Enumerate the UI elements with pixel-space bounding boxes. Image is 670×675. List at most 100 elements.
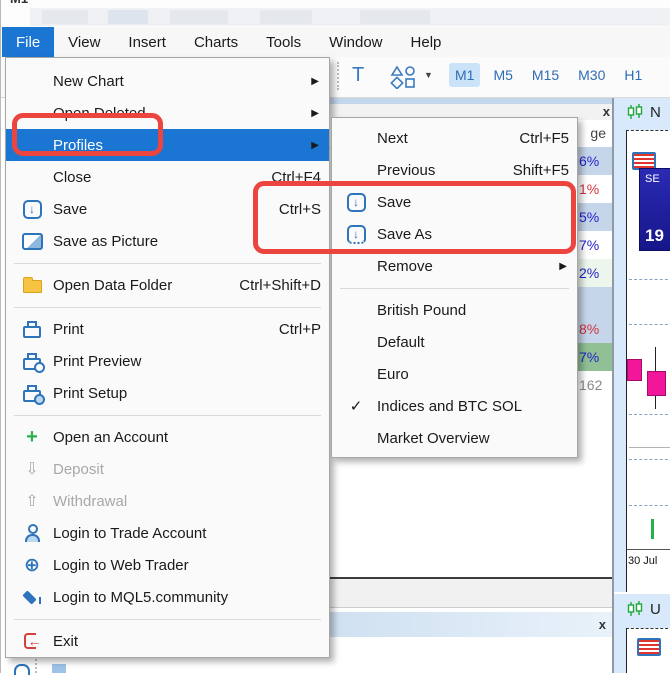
person-icon: [18, 522, 46, 544]
menubar-item-file[interactable]: File: [2, 27, 54, 57]
menu-item-print-preview[interactable]: Print Preview: [6, 345, 329, 377]
menu-item-label: Deposit: [53, 461, 104, 478]
chart-bottom-title: U: [650, 601, 661, 618]
market-watch-row[interactable]: 6%: [578, 147, 612, 175]
menu-item-login-to-trade-account[interactable]: Login to Trade Account: [6, 517, 329, 549]
submenu-item-british-pound[interactable]: British Pound: [332, 294, 577, 326]
chart-top-area[interactable]: SE 19 30 Jul: [626, 130, 670, 592]
menu-item-label: Print Setup: [53, 385, 127, 402]
market-watch-row[interactable]: 1%: [578, 175, 612, 203]
toolbar-ghost-block: [360, 10, 430, 24]
submenu-item-indices-and-btc-sol[interactable]: ✓ Indices and BTC SOL: [332, 390, 577, 422]
menubar-item-charts[interactable]: Charts: [180, 27, 252, 57]
chart-bottom-area[interactable]: [626, 628, 670, 673]
menu-item-login-to-mql5-community[interactable]: Login to MQL5.community: [6, 581, 329, 613]
background-separator-fragment: [35, 659, 37, 673]
menu-item-label: Withdrawal: [53, 493, 127, 510]
menu-item-open-data-folder[interactable]: Open Data Folder Ctrl+Shift+D: [6, 269, 329, 301]
menu-item-label: Default: [377, 334, 425, 351]
check-icon: ✓: [342, 395, 370, 417]
graduation-cap-icon: [18, 586, 46, 608]
menu-item-new-chart[interactable]: New Chart ▶: [6, 65, 329, 97]
submenu-arrow-icon: ▶: [559, 261, 569, 272]
timeframe-m30-button[interactable]: M30: [572, 63, 611, 87]
menu-item-label: Open an Account: [53, 429, 168, 446]
submenu-item-next[interactable]: Next Ctrl+F5: [332, 122, 577, 154]
submenu-item-default[interactable]: Default: [332, 326, 577, 358]
timeframe-m5-button[interactable]: M5: [487, 63, 518, 87]
menubar-item-help[interactable]: Help: [397, 27, 456, 57]
menu-item-label: Print: [53, 321, 84, 338]
chart-bottom-titlebar[interactable]: U: [614, 594, 670, 624]
menu-item-exit[interactable]: ← Exit: [6, 625, 329, 657]
submenu-item-market-overview[interactable]: Market Overview: [332, 422, 577, 454]
gridline: [629, 459, 670, 460]
timeframe-m1-button[interactable]: M1: [449, 63, 480, 87]
price-box-value: 19: [645, 226, 670, 246]
menu-item-label: Open Data Folder: [53, 277, 172, 294]
menu-item-label: Save: [53, 201, 87, 218]
menubar-item-view[interactable]: View: [54, 27, 114, 57]
shapes-tool-icon[interactable]: [390, 65, 418, 89]
toolbar-drag-handle[interactable]: [337, 62, 339, 90]
menu-separator: [6, 613, 329, 625]
menu-separator: [6, 257, 329, 269]
menubar-item-tools[interactable]: Tools: [252, 27, 315, 57]
gridline: [629, 414, 670, 415]
quick-access-band: [30, 8, 670, 26]
menu-item-label: Login to Web Trader: [53, 557, 189, 574]
withdrawal-icon: ⇧: [18, 490, 46, 512]
menubar: File View Insert Charts Tools Window Hel…: [0, 27, 670, 58]
print-preview-icon: [18, 350, 46, 372]
menubar-item-insert[interactable]: Insert: [114, 27, 180, 57]
market-watch-close-icon[interactable]: x: [603, 104, 610, 120]
window-left-border: [0, 0, 1, 673]
submenu-arrow-icon: ▶: [311, 108, 321, 119]
market-watch-rows: 6% 1% 5% 7% 2% 8% 7% 162: [578, 147, 612, 399]
chart-top-titlebar[interactable]: N: [614, 97, 670, 127]
timeframe-m15-button[interactable]: M15: [526, 63, 565, 87]
deposit-icon: ⇩: [18, 458, 46, 480]
globe-icon: ⊕: [18, 554, 46, 576]
background-icon-fragment: [52, 664, 66, 673]
submenu-item-euro[interactable]: Euro: [332, 358, 577, 390]
price-box-symbol: SE: [645, 173, 670, 185]
object-list-icon[interactable]: [637, 638, 661, 656]
candles-icon: [627, 104, 644, 120]
toolbar-ghost-block: [260, 10, 312, 24]
market-watch-row[interactable]: 2%: [578, 259, 612, 287]
menu-item-shortcut: Shift+F5: [513, 162, 569, 179]
chart-window-top: N SE 19 30 Jul: [614, 97, 670, 592]
toolbar-ghost-block: [170, 10, 228, 24]
submenu-item-remove[interactable]: Remove ▶: [332, 250, 577, 282]
menu-item-withdrawal: ⇧ Withdrawal: [6, 485, 329, 517]
market-watch-row[interactable]: [578, 287, 612, 315]
dock-close-icon[interactable]: x: [599, 617, 606, 632]
menu-item-label: Login to MQL5.community: [53, 589, 228, 606]
print-setup-icon: [18, 382, 46, 404]
change-column-label: ge: [590, 125, 606, 141]
menu-item-label: Remove: [377, 258, 433, 275]
menubar-item-window[interactable]: Window: [315, 27, 396, 57]
menu-item-print[interactable]: Print Ctrl+P: [6, 313, 329, 345]
menu-separator: [6, 301, 329, 313]
menu-separator: [332, 282, 577, 294]
market-watch-row[interactable]: 5%: [578, 203, 612, 231]
menu-item-open-an-account[interactable]: + Open an Account: [6, 421, 329, 453]
highlight-rect-profiles: [12, 113, 163, 156]
menu-item-label: Exit: [53, 633, 78, 650]
background-icon-fragment: [14, 664, 30, 675]
timeframe-h1-button[interactable]: H1: [618, 63, 648, 87]
market-watch-row[interactable]: 7%: [578, 231, 612, 259]
folder-icon: [18, 274, 46, 296]
market-watch-row[interactable]: 7%: [578, 343, 612, 371]
price-level-line: [629, 447, 670, 448]
text-tool-icon[interactable]: T: [352, 64, 364, 87]
x-axis: [627, 549, 670, 550]
menu-item-login-to-web-trader[interactable]: ⊕ Login to Web Trader: [6, 549, 329, 581]
market-watch-row[interactable]: 162: [578, 371, 612, 399]
shapes-dropdown-caret-icon[interactable]: ▼: [424, 70, 433, 80]
market-watch-row[interactable]: 8%: [578, 315, 612, 343]
menu-item-print-setup[interactable]: Print Setup: [6, 377, 329, 409]
menu-item-label: Previous: [377, 162, 435, 179]
